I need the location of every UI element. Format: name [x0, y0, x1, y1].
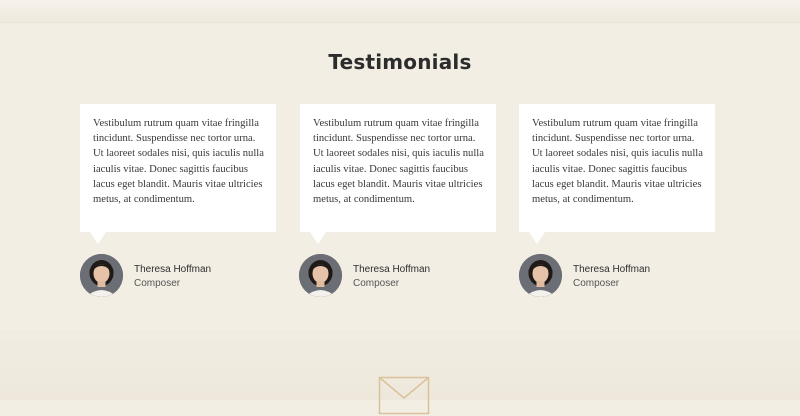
- testimonial-author-name: Theresa Hoffman: [134, 264, 212, 275]
- top-divider-band: [0, 0, 800, 23]
- testimonial-author-role: Composer: [353, 278, 400, 289]
- testimonial-card: Vestibulum rutrum quam vitae fringilla t…: [80, 104, 276, 244]
- testimonial-author-role: Composer: [134, 278, 181, 289]
- testimonial-author-role: Composer: [573, 278, 620, 289]
- testimonial-quote: Vestibulum rutrum quam vitae fringilla t…: [532, 118, 703, 206]
- testimonial-quote: Vestibulum rutrum quam vitae fringilla t…: [93, 118, 264, 206]
- testimonial-card: Vestibulum rutrum quam vitae fringilla t…: [519, 104, 715, 244]
- avatar-photo-icon: [519, 254, 562, 297]
- avatar: [299, 254, 342, 297]
- testimonial-author-name: Theresa Hoffman: [353, 264, 431, 275]
- avatar: [80, 254, 123, 297]
- avatar-photo-icon: [299, 254, 342, 297]
- mail-icon: [378, 376, 430, 415]
- testimonial-author-name: Theresa Hoffman: [573, 264, 651, 275]
- avatar: [519, 254, 562, 297]
- avatar-photo-icon: [80, 254, 123, 297]
- section-title: Testimonials: [328, 50, 472, 74]
- testimonial-quote: Vestibulum rutrum quam vitae fringilla t…: [313, 118, 484, 206]
- testimonial-card: Vestibulum rutrum quam vitae fringilla t…: [300, 104, 496, 244]
